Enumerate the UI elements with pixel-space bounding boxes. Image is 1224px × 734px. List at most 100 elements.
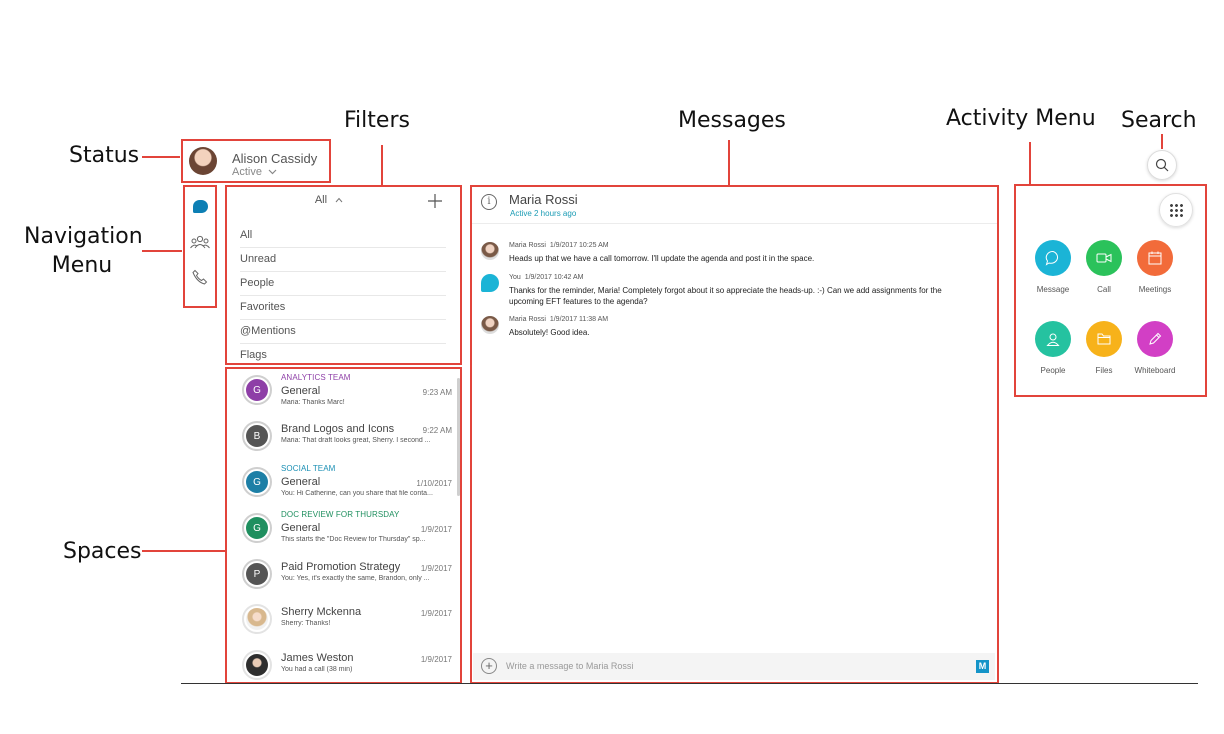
apps-grid-button[interactable]: [1159, 193, 1193, 227]
space-time: 1/9/2017: [420, 655, 452, 664]
nav-calls[interactable]: [189, 268, 211, 290]
grid-icon: [1169, 203, 1183, 217]
activity-whiteboard-label: Whiteboard: [1134, 366, 1176, 375]
spaces-scrollbar[interactable]: [457, 378, 460, 496]
conversation-presence: Active 2 hours ago: [510, 209, 577, 218]
space-row[interactable]: SOCIAL TEAM G General 1/10/2017 You: Hi …: [226, 463, 460, 507]
space-preview: You: Yes, it's exactly the same, Brandon…: [281, 575, 430, 582]
space-avatar: P: [242, 559, 272, 589]
pencil-icon: [1137, 321, 1173, 357]
filter-dropdown-label: All: [314, 194, 328, 206]
message-timestamp: 1/9/2017 10:25 AM: [549, 242, 609, 249]
activity-whiteboard[interactable]: Whiteboard: [1130, 321, 1180, 375]
markdown-icon[interactable]: M: [976, 660, 989, 673]
message-composer[interactable]: + Write a message to Maria Rossi M: [473, 653, 995, 680]
callout-search: Search: [1121, 108, 1197, 133]
space-preview: This starts the "Doc Review for Thursday…: [281, 536, 426, 543]
activity-meetings[interactable]: Meetings: [1130, 240, 1180, 294]
message-item: Maria Rossi 1/9/2017 10:25 AM Heads up t…: [479, 242, 979, 268]
person-icon: [1035, 321, 1071, 357]
search-button[interactable]: [1147, 150, 1177, 180]
space-row[interactable]: B Brand Logos and Icons 9:22 AM Maria: T…: [226, 418, 460, 462]
chevron-up-icon: [335, 194, 343, 206]
callout-status: Status: [69, 143, 140, 168]
activity-files-label: Files: [1095, 366, 1113, 375]
filter-item-mentions[interactable]: @Mentions: [240, 320, 446, 344]
space-row[interactable]: P Paid Promotion Strategy 1/9/2017 You: …: [226, 556, 460, 600]
activity-message-label: Message: [1036, 285, 1070, 294]
conversation-title: Maria Rossi: [509, 192, 578, 207]
space-name: Sherry Mckenna: [281, 606, 362, 618]
message-text: Absolutely! Good idea.: [509, 328, 590, 337]
spaces-list: ANALYTICS TEAM G General 9:23 AM Maria: …: [226, 368, 460, 682]
filter-item-flags[interactable]: Flags: [240, 344, 446, 368]
callout-spaces: Spaces: [63, 539, 142, 564]
space-avatar-initial: P: [246, 563, 268, 585]
user-status[interactable]: Alison Cassidy Active: [182, 140, 330, 182]
activity-people[interactable]: People: [1028, 321, 1078, 375]
space-avatar: G: [242, 375, 272, 405]
space-name: General: [281, 522, 321, 534]
calendar-icon: [1137, 240, 1173, 276]
space-team-label: SOCIAL TEAM: [281, 464, 336, 473]
search-icon: [1155, 158, 1169, 172]
callout-navigation-line1: Navigation: [24, 224, 143, 249]
space-avatar: [242, 650, 272, 680]
space-avatar: B: [242, 421, 272, 451]
space-avatar: G: [242, 467, 272, 497]
filter-item-unread[interactable]: Unread: [240, 248, 446, 272]
leader-spaces: [142, 550, 226, 552]
avatar: [481, 316, 499, 334]
space-name: Paid Promotion Strategy: [281, 561, 401, 573]
filter-dropdown[interactable]: All: [226, 194, 432, 206]
space-team-label: ANALYTICS TEAM: [281, 373, 351, 382]
message-input[interactable]: Write a message to Maria Rossi: [506, 661, 633, 671]
space-avatar-initial: G: [246, 471, 268, 493]
filter-item-all[interactable]: All: [240, 224, 446, 248]
space-row[interactable]: DOC REVIEW FOR THURSDAY G General 1/9/20…: [226, 509, 460, 553]
space-preview: Sherry: Thanks!: [281, 620, 331, 627]
space-row[interactable]: James Weston 1/9/2017 You had a call (38…: [226, 647, 460, 682]
space-time: 9:23 AM: [422, 388, 452, 397]
activity-files[interactable]: Files: [1079, 321, 1129, 375]
filter-item-people[interactable]: People: [240, 272, 446, 296]
info-icon[interactable]: i: [481, 194, 497, 210]
space-name: James Weston: [281, 652, 354, 664]
activity-call[interactable]: Call: [1079, 240, 1129, 294]
activity-meetings-label: Meetings: [1138, 285, 1172, 294]
activity-message[interactable]: Message: [1028, 240, 1078, 294]
space-team-label: DOC REVIEW FOR THURSDAY: [281, 510, 400, 519]
space-row[interactable]: ANALYTICS TEAM G General 9:23 AM Maria: …: [226, 372, 460, 416]
message-meta: Maria Rossi 1/9/2017 10:25 AM: [509, 242, 609, 249]
space-preview: Maria: That draft looks great, Sherry. I…: [281, 437, 431, 444]
message-icon: [1035, 240, 1071, 276]
chat-bubble-icon: [192, 199, 208, 213]
space-time: 1/9/2017: [420, 564, 452, 573]
callout-navigation-line2: Menu: [51, 253, 113, 278]
video-icon: [1086, 240, 1122, 276]
space-name: General: [281, 476, 321, 488]
nav-teams[interactable]: [189, 233, 211, 255]
avatar: [189, 147, 217, 175]
add-space-button[interactable]: [428, 192, 442, 212]
navigation-menu: [184, 186, 216, 307]
activity-call-label: Call: [1097, 285, 1111, 294]
message-sender: Maria Rossi: [509, 316, 546, 323]
space-row[interactable]: Sherry Mckenna 1/9/2017 Sherry: Thanks!: [226, 601, 460, 645]
status-dropdown[interactable]: Active: [232, 166, 277, 178]
filter-item-favorites[interactable]: Favorites: [240, 296, 446, 320]
window-bottom-edge: [181, 683, 1198, 684]
status-text: Active: [232, 166, 262, 178]
user-name: Alison Cassidy: [232, 151, 318, 166]
leader-status: [142, 156, 180, 158]
nav-messages[interactable]: [189, 195, 211, 217]
callout-navigation-menu: Navigation Menu: [24, 222, 143, 280]
space-avatar-initial: G: [246, 379, 268, 401]
add-attachment-button[interactable]: +: [481, 658, 497, 674]
space-time: 9:22 AM: [422, 426, 452, 435]
message-text: Thanks for the reminder, Maria! Complete…: [509, 286, 942, 306]
leader-messages: [728, 140, 730, 185]
activity-menu: Message Call Meetings People Files White…: [1016, 186, 1204, 395]
header-divider: [471, 223, 997, 224]
plus-icon: [428, 194, 442, 208]
